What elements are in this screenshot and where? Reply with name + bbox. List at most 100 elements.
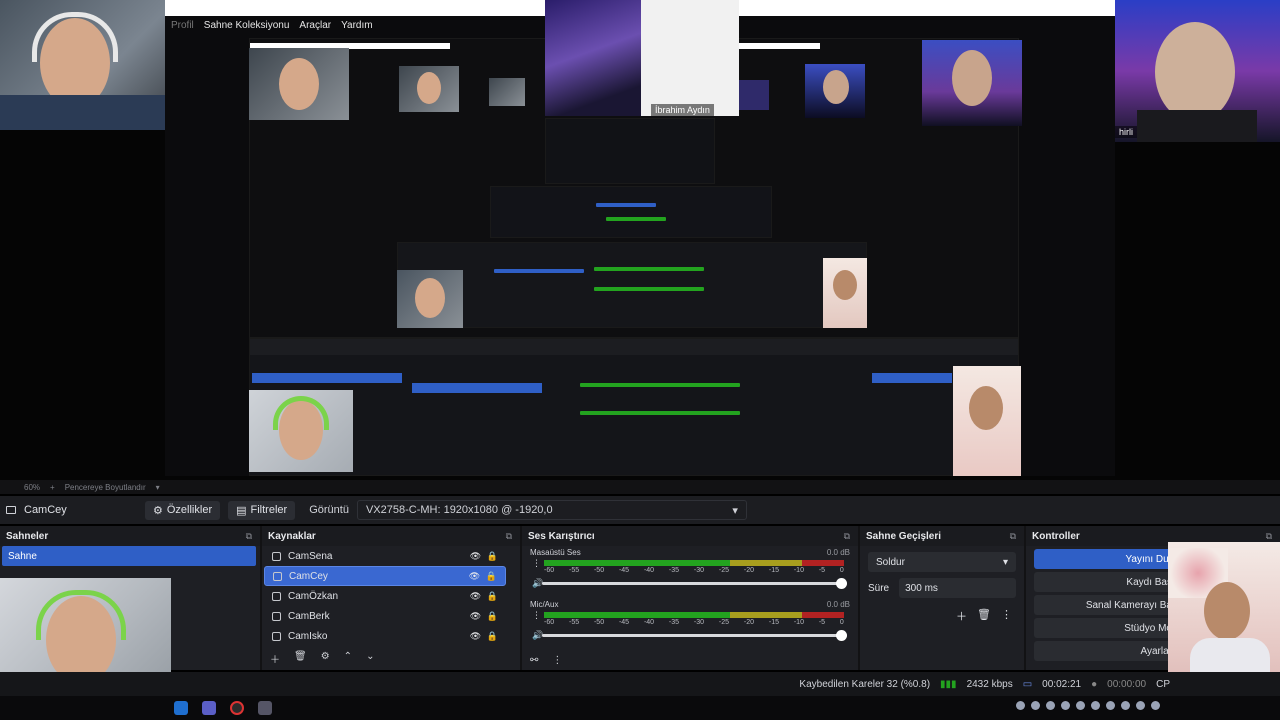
lock-icon[interactable]: 🔒 bbox=[487, 611, 498, 622]
teams-icon[interactable] bbox=[202, 701, 216, 715]
lock-icon[interactable]: 🔒 bbox=[487, 631, 498, 642]
more-icon[interactable]: ⋮ bbox=[552, 655, 562, 666]
tray-icon[interactable] bbox=[1016, 701, 1025, 710]
volume-knob[interactable] bbox=[836, 578, 847, 589]
scale-tick: -35 bbox=[668, 619, 680, 626]
source-label: CamBerk bbox=[288, 610, 330, 622]
gear-icon: ⚙ bbox=[153, 504, 163, 517]
add-icon[interactable]: ＋ bbox=[956, 608, 967, 624]
fit-dropdown-icon[interactable]: ▾ bbox=[156, 483, 160, 492]
eye-icon[interactable]: 👁 bbox=[470, 591, 481, 601]
mixer-dock: Ses Karıştırıcı ⧉ Masaüstü Ses 0.0 dB ⋮ … bbox=[522, 526, 860, 670]
outlook-icon[interactable] bbox=[174, 701, 188, 715]
dock-float-icon[interactable]: ⧉ bbox=[844, 531, 850, 542]
lock-icon[interactable]: 🔒 bbox=[487, 591, 498, 602]
scene-item-sahne[interactable]: Sahne bbox=[2, 546, 256, 566]
display-select[interactable]: VX2758-C-MH: 1920x1080 @ -1920,0 ▾ bbox=[356, 500, 747, 520]
transition-duration: Süre 300 ms bbox=[860, 578, 1024, 598]
fit-to-window[interactable]: Pencereye Boyutlandır bbox=[65, 483, 146, 492]
app-icon[interactable] bbox=[258, 701, 272, 715]
nested-cam-9 bbox=[249, 390, 353, 472]
volume-knob[interactable] bbox=[836, 630, 847, 641]
meter-scale: -60 -55 -50 -45 -40 -35 -30 -25 -20 -15 -10 -5 0 bbox=[544, 567, 844, 574]
tray-icon[interactable] bbox=[1151, 701, 1160, 710]
source-item-selected[interactable]: CamCey 👁 🔒 bbox=[264, 566, 506, 586]
more-icon[interactable]: ⋮ bbox=[532, 558, 541, 569]
eye-icon[interactable]: 👁 bbox=[470, 611, 481, 621]
nested-cam-5 bbox=[805, 64, 865, 118]
studio-mode-button[interactable]: Stüdyo Mo bbox=[1034, 618, 1180, 638]
duration-input[interactable]: 300 ms bbox=[899, 578, 1016, 598]
link-icon[interactable]: ⚯ bbox=[530, 655, 538, 666]
lock-icon[interactable]: 🔒 bbox=[487, 551, 498, 562]
mixer-track: Mic/Aux 0.0 dB ⋮ -60 -55 -50 -45 -40 -35 -30 -2… bbox=[522, 598, 858, 650]
properties-label: Özellikler bbox=[166, 504, 213, 516]
more-icon[interactable]: ⋮ bbox=[1001, 608, 1012, 624]
filters-button[interactable]: ▤ Filtreler bbox=[228, 500, 296, 520]
nested-cam-3 bbox=[489, 78, 525, 106]
source-item[interactable]: CamBerk 👁 🔒 bbox=[264, 606, 506, 626]
transition-value: Soldur bbox=[876, 556, 905, 568]
nested-cam-8 bbox=[823, 258, 867, 328]
meter-red bbox=[802, 612, 844, 618]
add-icon[interactable]: ＋ bbox=[270, 651, 280, 666]
tray-icon[interactable] bbox=[1121, 701, 1130, 710]
chevron-down-icon[interactable]: ⌄ bbox=[366, 651, 374, 666]
tray-icon[interactable] bbox=[1106, 701, 1115, 710]
scale-tick: 0 bbox=[839, 619, 844, 626]
source-item[interactable]: CamSena 👁 🔒 bbox=[264, 546, 506, 566]
gear-icon[interactable]: ⚙ bbox=[321, 651, 330, 666]
start-recording-button[interactable]: Kaydı Baş bbox=[1034, 572, 1180, 592]
source-item[interactable]: CamÖzkan 👁 🔒 bbox=[264, 586, 506, 606]
zoom-value[interactable]: 60% bbox=[24, 483, 40, 492]
scale-tick: -35 bbox=[668, 567, 680, 574]
tray-icon[interactable] bbox=[1091, 701, 1100, 710]
preview-area[interactable]: Profil Sahne Koleksiyonu Araçlar Yardım … bbox=[0, 0, 1280, 480]
tray-icon[interactable] bbox=[1136, 701, 1145, 710]
sources-title: Kaynaklar bbox=[268, 530, 316, 542]
scene-item-label: Sahne bbox=[8, 550, 37, 562]
more-icon[interactable]: ⋮ bbox=[532, 610, 541, 621]
eye-icon[interactable]: 👁 bbox=[470, 551, 481, 561]
button-label: Yayını Dur bbox=[1125, 553, 1173, 565]
settings-button[interactable]: Ayarlar bbox=[1034, 641, 1180, 661]
trash-icon[interactable]: 🗑 bbox=[294, 651, 307, 666]
controls-title: Kontroller bbox=[1032, 530, 1080, 542]
obs-icon[interactable] bbox=[230, 701, 244, 715]
dock-float-icon[interactable]: ⧉ bbox=[506, 531, 512, 542]
virtual-camera-button[interactable]: Sanal Kamerayı Ba bbox=[1034, 595, 1180, 615]
dock-float-icon[interactable]: ⧉ bbox=[1266, 531, 1272, 542]
scenes-dock-header: Sahneler ⧉ bbox=[0, 526, 260, 546]
tray-icon[interactable] bbox=[1046, 701, 1055, 710]
source-label: CamSena bbox=[288, 550, 333, 562]
stop-stream-button[interactable]: Yayını Dur bbox=[1034, 549, 1180, 569]
tray-icon[interactable] bbox=[1076, 701, 1085, 710]
properties-button[interactable]: ⚙ Özellikler bbox=[145, 500, 221, 520]
source-type-icon bbox=[272, 631, 281, 641]
lock-icon[interactable]: 🔒 bbox=[486, 571, 497, 582]
volume-slider[interactable] bbox=[542, 630, 847, 641]
eye-icon[interactable]: 👁 bbox=[469, 571, 480, 581]
volume-slider[interactable] bbox=[542, 578, 847, 589]
scale-tick: -40 bbox=[643, 567, 655, 574]
tray-icon[interactable] bbox=[1061, 701, 1070, 710]
source-type-icon bbox=[273, 571, 282, 581]
zoom-in-button[interactable]: + bbox=[50, 483, 55, 492]
sources-footer: ＋ 🗑 ⚙ ⌃ ⌄ bbox=[270, 651, 374, 666]
trash-icon[interactable]: 🗑 bbox=[977, 608, 991, 624]
source-type-icon bbox=[272, 611, 281, 621]
transition-select[interactable]: Soldur ▾ bbox=[868, 552, 1016, 572]
dock-float-icon[interactable]: ⧉ bbox=[1010, 531, 1016, 542]
dock-float-icon[interactable]: ⧉ bbox=[246, 531, 252, 542]
current-source-name: CamCey bbox=[24, 504, 67, 516]
cam-name-label: İbrahim Aydın bbox=[651, 104, 714, 116]
chevron-up-icon[interactable]: ⌃ bbox=[344, 651, 352, 666]
preview-canvas[interactable]: Profil Sahne Koleksiyonu Araçlar Yardım … bbox=[165, 0, 1115, 476]
track-db: 0.0 dB bbox=[826, 600, 850, 609]
meter-red bbox=[802, 560, 844, 566]
menu-scene-collection: Sahne Koleksiyonu bbox=[203, 19, 290, 31]
nested-cam-6 bbox=[922, 40, 1022, 126]
tray-icon[interactable] bbox=[1031, 701, 1040, 710]
eye-icon[interactable]: 👁 bbox=[470, 631, 481, 641]
source-item[interactable]: CamIsko 👁 🔒 bbox=[264, 626, 506, 646]
